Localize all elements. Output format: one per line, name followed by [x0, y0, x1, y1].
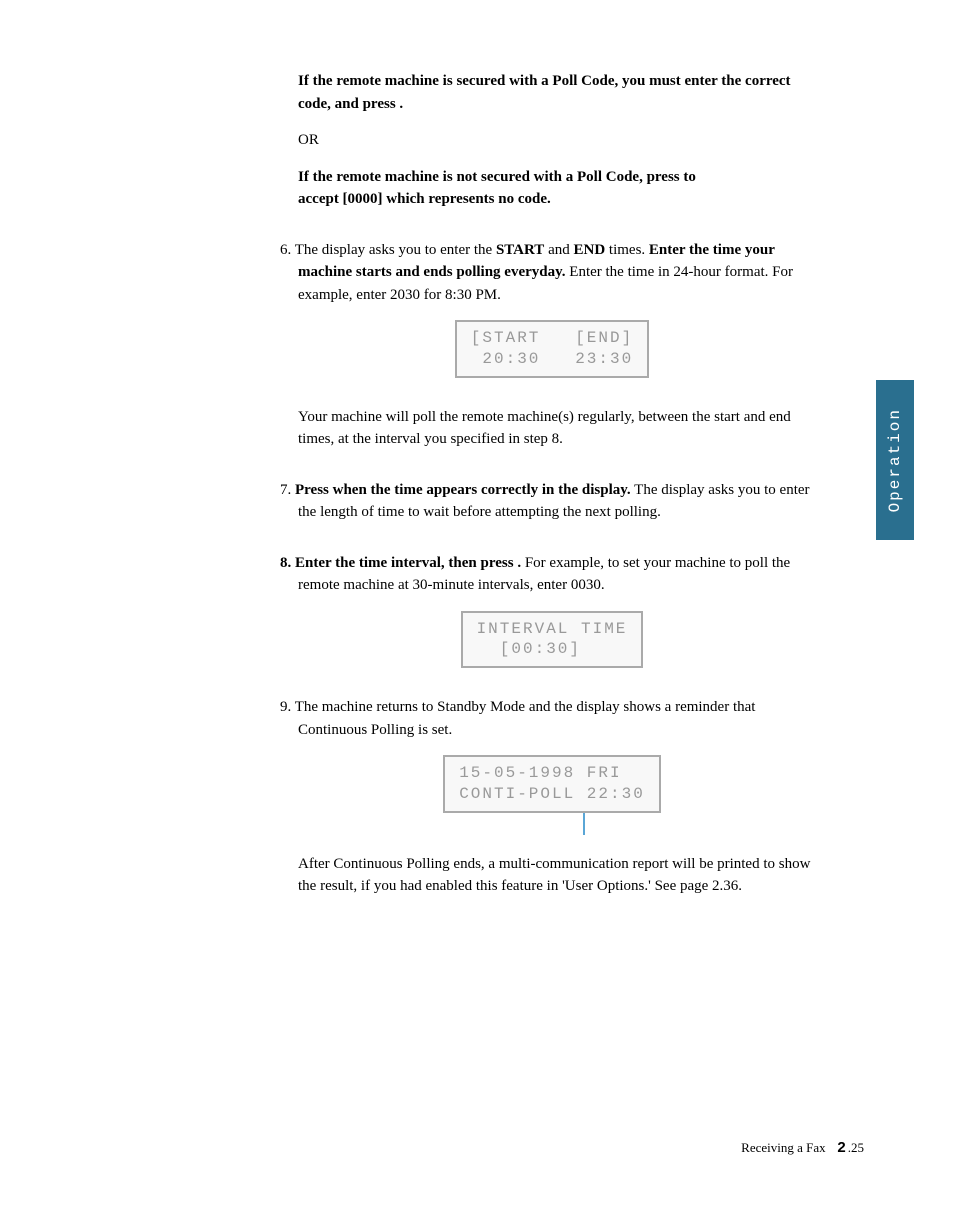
- lcd-display-interval: INTERVAL TIME [00:30]: [461, 611, 644, 669]
- step6-after: Your machine will poll the remote machin…: [280, 406, 824, 451]
- pointer-line-icon: [583, 813, 585, 835]
- no-code-note: If the remote machine is not secured wit…: [280, 166, 824, 211]
- footer-page: .25: [848, 1140, 864, 1155]
- page-content: If the remote machine is secured with a …: [0, 0, 954, 898]
- step-9: 9. The machine returns to Standby Mode a…: [280, 696, 824, 741]
- page-footer: Receiving a Fax 2.25: [741, 1139, 864, 1156]
- side-tab: Operation: [876, 380, 914, 540]
- no-code-line2: accept [0000] which represents no code.: [298, 191, 551, 207]
- lcd-display-start-end: [START [END] 20:30 23:30: [455, 320, 649, 378]
- step6-text-a: 6. The display asks you to enter the: [280, 242, 496, 258]
- lcd-with-pointer: 15-05-1998 FRI CONTI-POLL 22:30: [443, 755, 661, 813]
- step7-bold: Press when the time appears correctly in…: [295, 482, 631, 498]
- step8-bold: 8. Enter the time interval, then press .: [280, 555, 521, 571]
- step6-text-b: and: [544, 242, 573, 258]
- lcd-display-standby: 15-05-1998 FRI CONTI-POLL 22:30: [443, 755, 661, 813]
- step-6: 6. The display asks you to enter the STA…: [280, 239, 824, 307]
- side-tab-label: Operation: [886, 408, 904, 512]
- footer-section: Receiving a Fax: [741, 1140, 825, 1155]
- step7-num: 7.: [280, 482, 295, 498]
- footer-chapter: 2: [837, 1139, 845, 1156]
- step6-text-c: times.: [605, 242, 649, 258]
- or-text: OR: [280, 129, 824, 152]
- step9-after: After Continuous Polling ends, a multi-c…: [280, 853, 824, 898]
- step6-start: START: [496, 242, 544, 258]
- step-8: 8. Enter the time interval, then press .…: [280, 552, 824, 597]
- no-code-line1: If the remote machine is not secured wit…: [298, 169, 696, 185]
- poll-code-note: If the remote machine is secured with a …: [280, 70, 824, 115]
- step6-end: END: [574, 242, 606, 258]
- step-7: 7. Press when the time appears correctly…: [280, 479, 824, 524]
